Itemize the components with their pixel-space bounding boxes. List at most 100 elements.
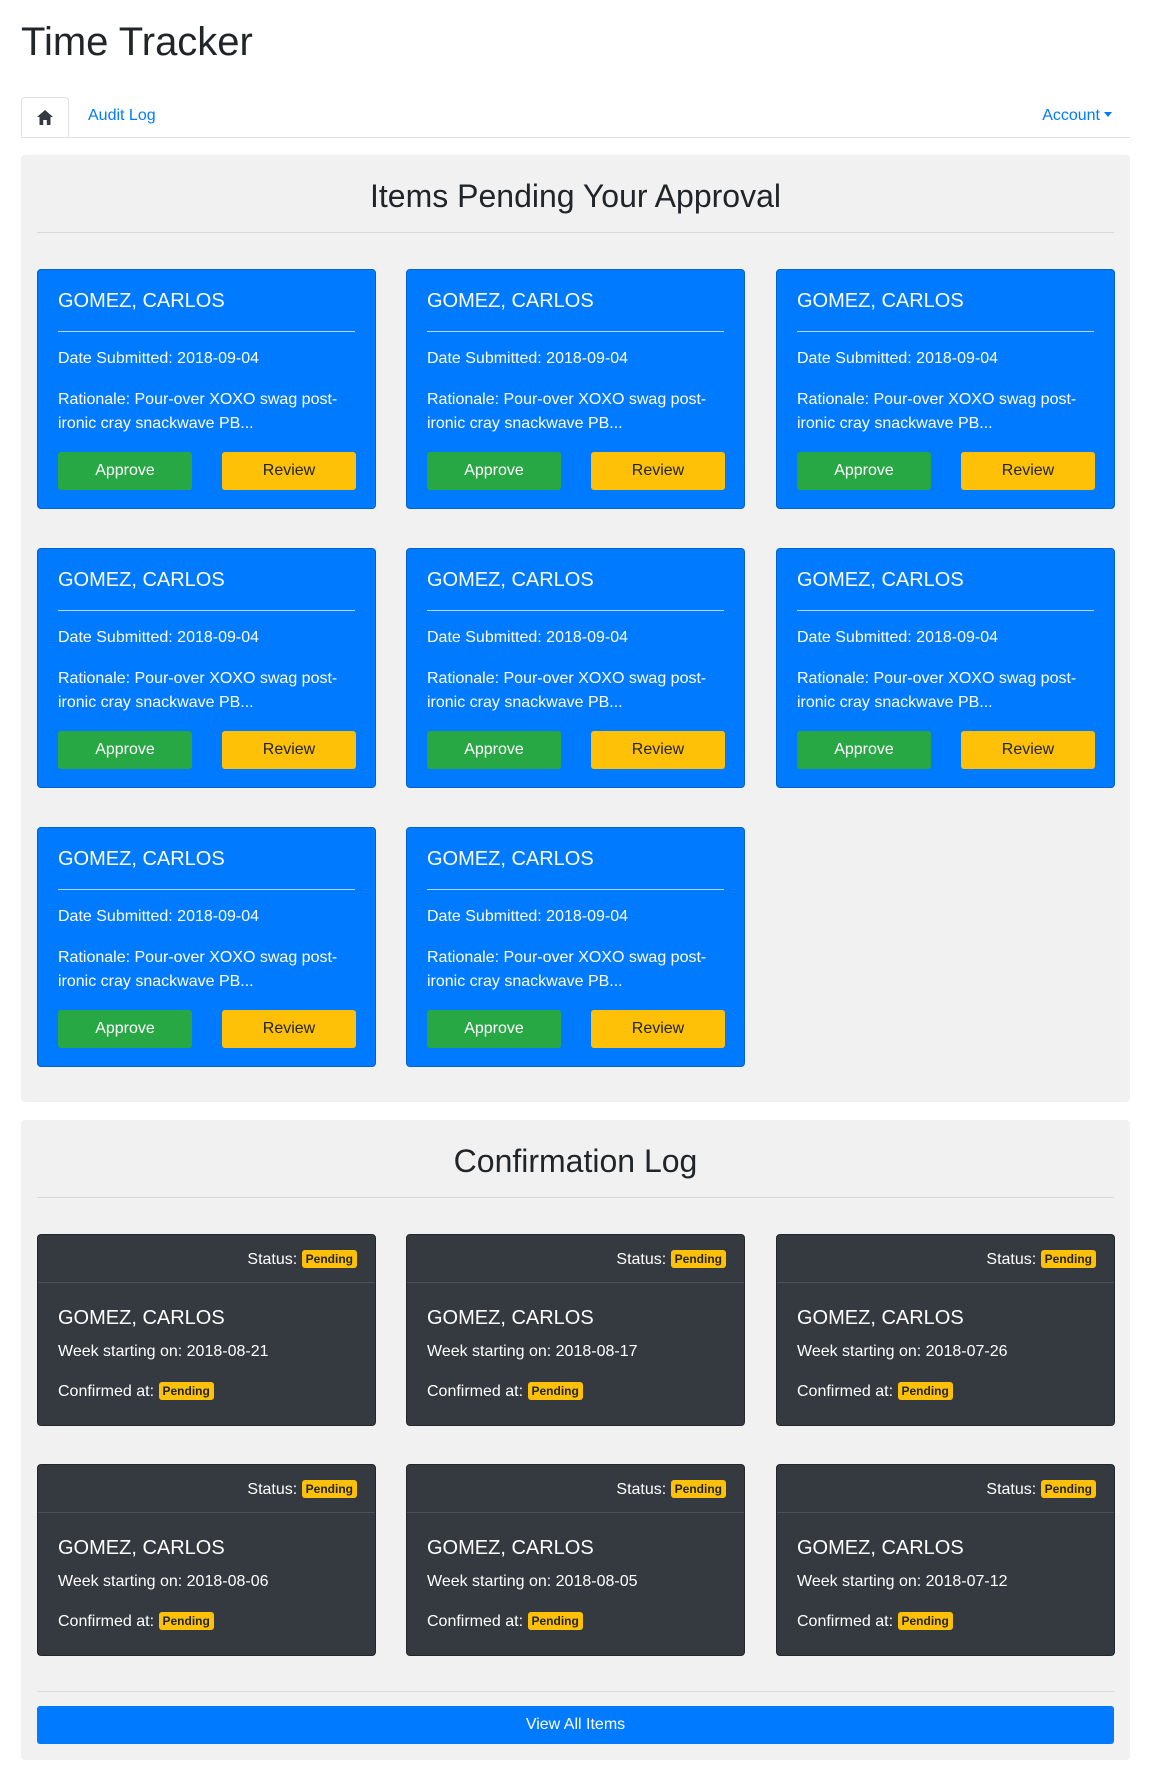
- confirmation-log-panel: Confirmation Log Status: Pending GOMEZ, C…: [21, 1120, 1130, 1760]
- divider: [427, 331, 724, 332]
- rationale: Rationale: Pour-over XOXO swag post-iron…: [58, 391, 338, 432]
- divider: [58, 331, 355, 332]
- approve-button[interactable]: Approve: [427, 731, 561, 769]
- approval-card: GOMEZ, CARLOS Date Submitted: 2018-09-04 R…: [37, 269, 376, 509]
- employee-name: GOMEZ, CARLOS: [427, 848, 594, 870]
- page: Time Tracker Audit Log Account Items Pen…: [0, 0, 1157, 1777]
- confirmation-card: Status: Pending GOMEZ, CARLOS Week startin…: [406, 1464, 745, 1656]
- divider: [37, 1197, 1114, 1198]
- status-badge: Pending: [301, 1250, 357, 1268]
- week-starting: Week starting on: 2018-08-06: [58, 1573, 269, 1590]
- rationale: Rationale: Pour-over XOXO swag post-iron…: [797, 391, 1077, 432]
- employee-name: GOMEZ, CARLOS: [58, 1537, 225, 1559]
- home-icon: [37, 109, 53, 125]
- confirmed-badge: Pending: [897, 1612, 953, 1630]
- app-title: Time Tracker: [21, 20, 253, 64]
- confirmed-badge: Pending: [158, 1612, 214, 1630]
- approval-card: GOMEZ, CARLOS Date Submitted: 2018-09-04 R…: [37, 548, 376, 788]
- divider: [797, 331, 1094, 332]
- status-badge: Pending: [301, 1480, 357, 1498]
- date-submitted: Date Submitted: 2018-09-04: [58, 350, 260, 367]
- confirmation-log-title: Confirmation Log: [453, 1143, 698, 1179]
- confirmed-label: Confirmed at:: [427, 1383, 524, 1400]
- rationale: Rationale: Pour-over XOXO swag post-iron…: [427, 670, 707, 711]
- employee-name: GOMEZ, CARLOS: [427, 1307, 594, 1329]
- confirmed-label: Confirmed at:: [797, 1383, 894, 1400]
- account-dropdown[interactable]: Account: [1042, 107, 1112, 125]
- approve-button[interactable]: Approve: [58, 1010, 192, 1048]
- confirmed-at: Confirmed at: Pending: [427, 1612, 583, 1631]
- card-header: Status: Pending: [38, 1465, 375, 1513]
- review-button[interactable]: Review: [222, 452, 356, 490]
- week-starting: Week starting on: 2018-08-05: [427, 1573, 638, 1590]
- review-button[interactable]: Review: [961, 452, 1095, 490]
- confirmed-label: Confirmed at:: [58, 1613, 155, 1630]
- review-button[interactable]: Review: [591, 452, 725, 490]
- status-label: Status:: [247, 1481, 298, 1498]
- card-header: Status: Pending: [777, 1465, 1114, 1513]
- approve-button[interactable]: Approve: [797, 452, 931, 490]
- employee-name: GOMEZ, CARLOS: [797, 1537, 964, 1559]
- card-header: Status: Pending: [407, 1235, 744, 1283]
- employee-name: GOMEZ, CARLOS: [58, 1307, 225, 1329]
- week-starting: Week starting on: 2018-08-21: [58, 1343, 269, 1360]
- tab-audit-log[interactable]: Audit Log: [88, 107, 156, 125]
- confirmed-at: Confirmed at: Pending: [58, 1612, 214, 1631]
- nav-tabs: Audit Log Account: [21, 97, 1130, 138]
- date-submitted: Date Submitted: 2018-09-04: [797, 350, 999, 367]
- review-button[interactable]: Review: [961, 731, 1095, 769]
- employee-name: GOMEZ, CARLOS: [427, 290, 594, 312]
- review-button[interactable]: Review: [591, 1010, 725, 1048]
- review-button[interactable]: Review: [222, 731, 356, 769]
- rationale: Rationale: Pour-over XOXO swag post-iron…: [797, 670, 1077, 711]
- confirmed-at: Confirmed at: Pending: [797, 1382, 953, 1401]
- confirmation-card: Status: Pending GOMEZ, CARLOS Week startin…: [406, 1234, 745, 1426]
- account-label: Account: [1042, 107, 1100, 124]
- approval-card: GOMEZ, CARLOS Date Submitted: 2018-09-04 R…: [37, 827, 376, 1067]
- status-badge: Pending: [670, 1480, 726, 1498]
- week-starting: Week starting on: 2018-07-26: [797, 1343, 1008, 1360]
- confirmation-card: Status: Pending GOMEZ, CARLOS Week startin…: [37, 1464, 376, 1656]
- divider: [37, 1691, 1114, 1692]
- approval-title: Items Pending Your Approval: [370, 178, 781, 214]
- approve-button[interactable]: Approve: [427, 452, 561, 490]
- approve-button[interactable]: Approve: [58, 731, 192, 769]
- confirmation-card: Status: Pending GOMEZ, CARLOS Week startin…: [37, 1234, 376, 1426]
- confirmed-label: Confirmed at:: [427, 1613, 524, 1630]
- status-label: Status:: [986, 1481, 1037, 1498]
- employee-name: GOMEZ, CARLOS: [797, 1307, 964, 1329]
- employee-name: GOMEZ, CARLOS: [58, 848, 225, 870]
- date-submitted: Date Submitted: 2018-09-04: [427, 908, 629, 925]
- confirmation-card: Status: Pending GOMEZ, CARLOS Week startin…: [776, 1464, 1115, 1656]
- card-header: Status: Pending: [38, 1235, 375, 1283]
- employee-name: GOMEZ, CARLOS: [797, 290, 964, 312]
- approve-button[interactable]: Approve: [427, 1010, 561, 1048]
- approve-button[interactable]: Approve: [797, 731, 931, 769]
- review-button[interactable]: Review: [222, 1010, 356, 1048]
- status-label: Status:: [986, 1251, 1037, 1268]
- date-submitted: Date Submitted: 2018-09-04: [427, 350, 629, 367]
- approve-button[interactable]: Approve: [58, 452, 192, 490]
- confirmed-at: Confirmed at: Pending: [58, 1382, 214, 1401]
- confirmed-badge: Pending: [897, 1382, 953, 1400]
- tab-home[interactable]: [21, 97, 69, 137]
- card-header: Status: Pending: [777, 1235, 1114, 1283]
- status-badge: Pending: [1040, 1250, 1096, 1268]
- confirmed-at: Confirmed at: Pending: [797, 1612, 953, 1631]
- rationale: Rationale: Pour-over XOXO swag post-iron…: [58, 670, 338, 711]
- divider: [427, 889, 724, 890]
- employee-name: GOMEZ, CARLOS: [797, 569, 964, 591]
- date-submitted: Date Submitted: 2018-09-04: [58, 629, 260, 646]
- caret-down-icon: [1104, 112, 1112, 117]
- divider: [797, 610, 1094, 611]
- employee-name: GOMEZ, CARLOS: [58, 290, 225, 312]
- card-header: Status: Pending: [407, 1465, 744, 1513]
- view-all-button[interactable]: View All Items: [37, 1706, 1114, 1744]
- status-badge: Pending: [1040, 1480, 1096, 1498]
- status-label: Status:: [616, 1481, 667, 1498]
- rationale: Rationale: Pour-over XOXO swag post-iron…: [427, 391, 707, 432]
- review-button[interactable]: Review: [591, 731, 725, 769]
- confirmed-badge: Pending: [158, 1382, 214, 1400]
- divider: [427, 610, 724, 611]
- divider: [58, 889, 355, 890]
